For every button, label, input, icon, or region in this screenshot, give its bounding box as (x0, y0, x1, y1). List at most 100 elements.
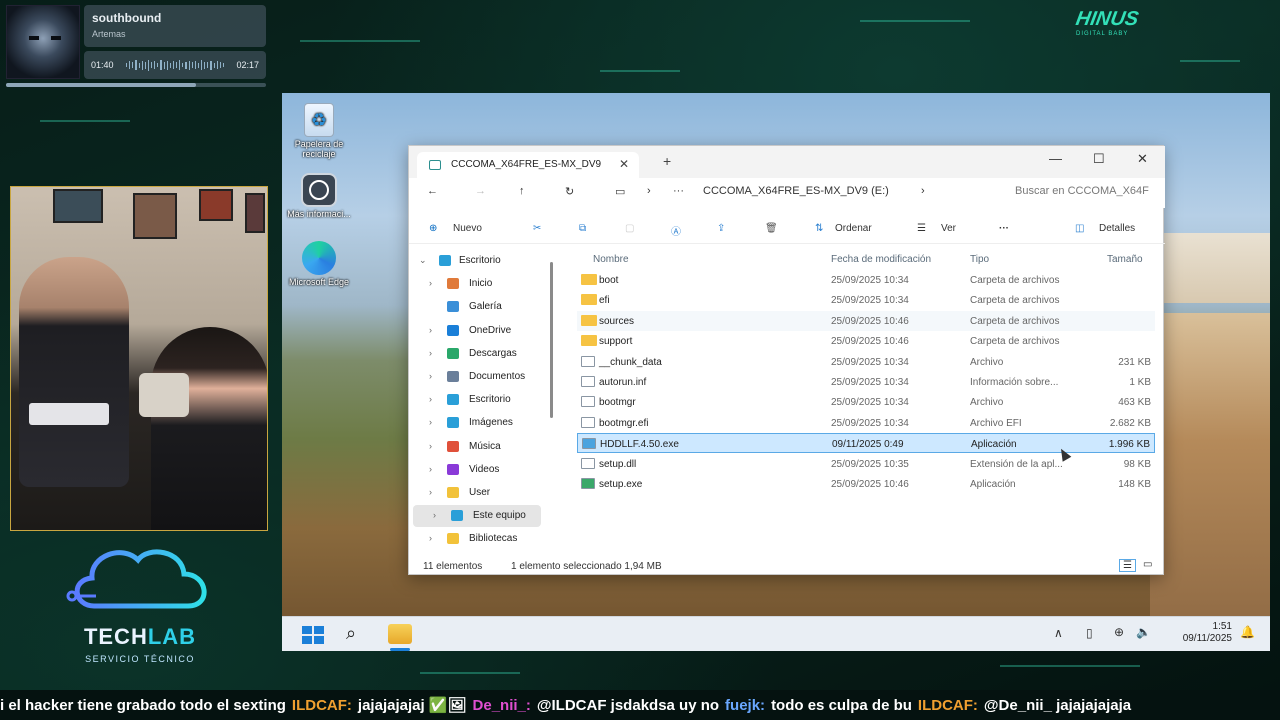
nav-item[interactable]: Galería (409, 296, 559, 318)
nav-item[interactable]: › Escritorio (409, 389, 559, 411)
file-size: 463 KB (1118, 397, 1151, 409)
desktop-help[interactable]: Más informaci... (284, 173, 354, 219)
file-explorer-taskbar-icon[interactable] (388, 624, 412, 644)
file-date: 25/09/2025 10:34 (831, 397, 909, 409)
notification-icon[interactable]: 🔔 (1240, 625, 1255, 639)
nav-item[interactable]: › Imágenes (409, 412, 559, 434)
nav-item[interactable]: › Descargas (409, 343, 559, 365)
details-button[interactable]: Detalles (1099, 223, 1135, 234)
chevron-right-icon[interactable]: › (429, 394, 432, 404)
forward-icon[interactable]: → (475, 185, 486, 197)
chevron-right-icon[interactable]: › (921, 185, 925, 197)
desktop-recycle-bin[interactable]: ♻ Papelera de reciclaje (284, 103, 354, 159)
minimize-icon[interactable]: — (1049, 151, 1062, 166)
file-type: Aplicación (971, 439, 1017, 451)
file-row[interactable]: boot 25/09/2025 10:34 Carpeta de archivos (577, 270, 1155, 290)
paste-icon[interactable]: ▢ (625, 223, 634, 234)
desktop-edge[interactable]: Microsoft Edge (284, 241, 354, 287)
column-name[interactable]: Nombre (593, 254, 629, 265)
nav-item[interactable]: › Videos (409, 459, 559, 481)
file-row[interactable]: efi 25/09/2025 10:34 Carpeta de archivos (577, 290, 1155, 310)
nav-item[interactable]: › Música (409, 436, 559, 458)
chevron-right-icon[interactable]: › (429, 348, 432, 358)
file-row[interactable]: setup.exe 25/09/2025 10:46 Aplicación 148 K… (577, 474, 1155, 494)
view-button[interactable]: Ver (941, 223, 956, 234)
file-name: HDDLLF.4.50.exe (600, 439, 679, 451)
delete-icon[interactable]: 🗑 (765, 223, 778, 234)
copy-icon[interactable]: ⧉ (579, 223, 586, 234)
nav-icon (447, 278, 459, 290)
column-type[interactable]: Tipo (970, 254, 989, 265)
column-modified[interactable]: Fecha de modificación (831, 254, 931, 265)
chevron-up-icon[interactable]: ∧ (1054, 626, 1063, 640)
maximize-icon[interactable]: ☐ (1093, 151, 1105, 167)
sort-button[interactable]: Ordenar (835, 223, 872, 234)
chevron-right-icon[interactable]: › (433, 510, 436, 520)
details-view-icon[interactable]: ☰ (1119, 559, 1136, 572)
nav-item[interactable]: › Este equipo (413, 505, 541, 528)
column-size[interactable]: Tamaño (1107, 254, 1143, 265)
close-window-icon[interactable]: ✕ (1137, 151, 1148, 167)
nav-label: Galería (469, 301, 502, 313)
back-icon[interactable]: ← (427, 185, 438, 197)
file-row[interactable]: __chunk_data 25/09/2025 10:34 Archivo 231 K… (577, 352, 1155, 372)
nav-item[interactable]: › Documentos (409, 366, 559, 388)
chevron-right-icon[interactable]: › (429, 487, 432, 497)
start-icon[interactable] (302, 626, 324, 644)
chevron-right-icon[interactable]: › (429, 533, 432, 543)
nav-item[interactable]: › User (409, 482, 559, 504)
file-type: Carpeta de archivos (970, 295, 1060, 307)
clock[interactable]: 1:51 09/11/2025 (1162, 621, 1232, 645)
refresh-icon[interactable]: ↻ (565, 185, 574, 198)
file-name: __chunk_data (599, 356, 662, 368)
chat-message: todo es culpa de bu (771, 697, 912, 714)
file-row[interactable]: bootmgr.efi 25/09/2025 10:34 Archivo EFI 2.… (577, 413, 1155, 433)
nav-item[interactable]: › OneDrive (409, 320, 559, 342)
new-tab-icon[interactable]: + (663, 153, 671, 169)
up-icon[interactable]: ↑ (519, 185, 525, 197)
chevron-right-icon[interactable]: › (429, 464, 432, 474)
usb-icon[interactable]: ▯ (1086, 626, 1093, 640)
file-size: 1 KB (1129, 377, 1151, 388)
network-icon[interactable]: ⊕ (1114, 625, 1124, 639)
tiles-view-icon[interactable]: ▭ (1143, 559, 1152, 570)
chevron-right-icon[interactable]: › (429, 417, 432, 427)
chevron-right-icon[interactable]: › (429, 371, 432, 381)
rename-icon[interactable]: Ⓐ (671, 223, 681, 238)
explorer-tab[interactable]: CCCOMA_X64FRE_ES-MX_DV9 ✕ (417, 152, 639, 178)
new-button[interactable]: Nuevo (453, 223, 482, 234)
chevron-right-icon[interactable]: › (429, 325, 432, 335)
search-input[interactable]: Buscar en CCCOMA_X64F (1015, 185, 1165, 197)
nav-label: Imágenes (469, 417, 513, 429)
file-type: Aplicación (970, 479, 1016, 490)
file-row[interactable]: bootmgr 25/09/2025 10:34 Archivo 463 KB (577, 392, 1155, 412)
file-row[interactable]: sources 25/09/2025 10:46 Carpeta de archiv… (577, 310, 1155, 331)
chevron-right-icon[interactable]: › (429, 441, 432, 451)
share-icon[interactable]: ⇪ (717, 223, 725, 234)
chevron-down-icon[interactable]: ⌄ (419, 255, 427, 266)
file-type: Carpeta de archivos (970, 275, 1060, 286)
file-name: autorun.inf (599, 377, 647, 388)
nav-icon (447, 533, 459, 545)
cloud-logo-icon (66, 549, 207, 609)
file-row[interactable]: autorun.inf 25/09/2025 10:34 Información s… (577, 372, 1155, 392)
address-overflow[interactable]: ··· (673, 185, 684, 197)
nav-scrollbar[interactable] (550, 262, 553, 418)
column-header: Nombre Fecha de modificación Tipo Tamaño (579, 250, 1159, 268)
nav-icon (439, 255, 451, 266)
computer-icon: ▭ (615, 186, 626, 198)
chevron-right-icon[interactable]: › (429, 278, 432, 288)
search-icon[interactable]: ⌕ (346, 623, 356, 644)
nav-item[interactable]: › Bibliotecas (409, 528, 559, 550)
file-row[interactable]: support 25/09/2025 10:46 Carpeta de archiv… (577, 331, 1155, 351)
close-tab-icon[interactable]: ✕ (619, 157, 629, 171)
address-path[interactable]: CCCOMA_X64FRE_ES-MX_DV9 (E:) (703, 185, 889, 197)
more-options-button[interactable]: ··· (999, 223, 1009, 234)
nav-label: Escritorio (469, 394, 511, 406)
volume-icon[interactable]: 🔈 (1136, 625, 1151, 639)
cut-icon[interactable]: ✂ (533, 223, 541, 234)
nav-item[interactable]: ⌄ Escritorio (409, 250, 559, 272)
file-row[interactable]: HDDLLF.4.50.exe 09/11/2025 0:49 Aplicación… (577, 433, 1155, 454)
clock-time: 1:51 (1212, 621, 1232, 632)
nav-item[interactable]: › Inicio (409, 273, 559, 295)
